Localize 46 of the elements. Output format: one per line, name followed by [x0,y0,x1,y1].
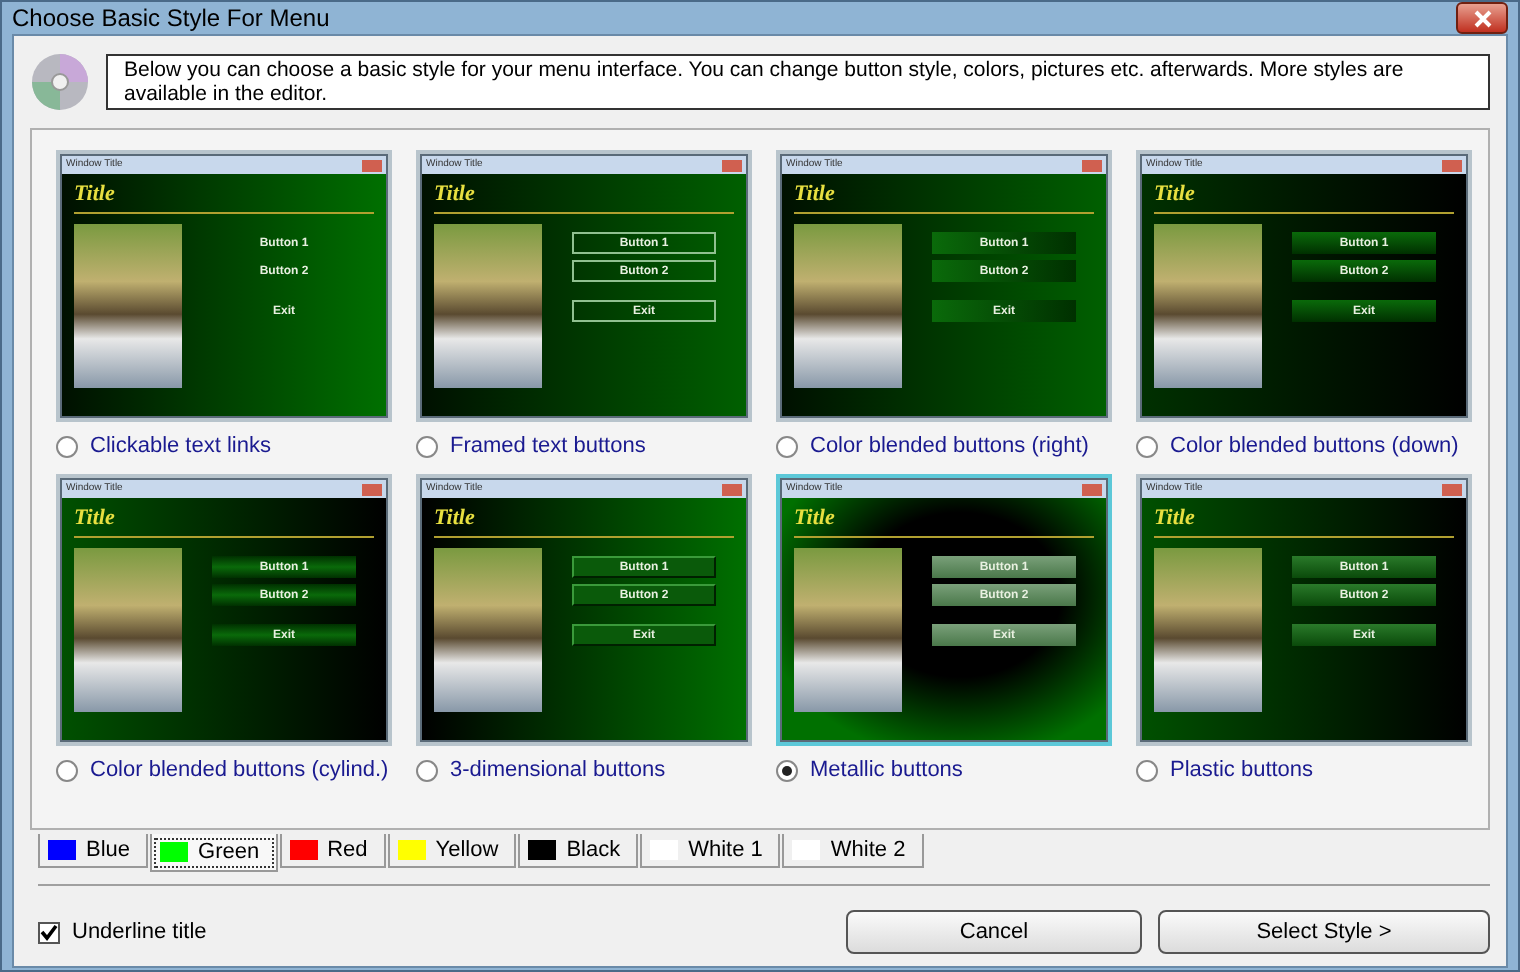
preview-close-icon [1442,159,1462,171]
preview-title: Title [74,182,115,208]
style-radio[interactable]: Metallic buttons [776,758,1120,782]
style-label: Metallic buttons [810,758,963,782]
preview-title: Title [794,182,835,208]
style-label: 3-dimensional buttons [450,758,666,782]
style-label: Plastic buttons [1170,758,1314,782]
preview-close-icon [722,159,742,171]
close-icon [1473,9,1491,27]
close-button[interactable] [1456,2,1508,34]
style-radio[interactable]: Color blended buttons (down) [1136,434,1480,458]
cancel-button[interactable]: Cancel [846,910,1142,954]
preview-title: Title [794,506,835,532]
intro-text: Below you can choose a basic style for your menu interface. You can change button style, colors, pictures etc. afterwards. More styles are available in the editor. [106,54,1490,110]
color-tab[interactable]: Blue [38,834,149,868]
color-tab[interactable]: White 2 [782,834,924,868]
color-tab[interactable]: Red [279,834,386,868]
preview-title: Title [1154,182,1195,208]
style-label: Clickable text links [90,434,271,458]
preview-title: Title [1154,506,1195,532]
preview-close-icon [1082,483,1102,495]
preview-close-icon [362,483,382,495]
style-radio[interactable]: 3-dimensional buttons [416,758,760,782]
select-style-button[interactable]: Select Style > [1158,910,1490,954]
preview-title: Title [434,182,475,208]
cd-disc-icon [30,52,90,112]
preview-close-icon [722,483,742,495]
preview-title: Title [74,506,115,532]
preview-close-icon [1442,483,1462,495]
preview-title: Title [434,506,475,532]
style-label: Framed text buttons [450,434,646,458]
underline-checkbox[interactable]: Underline title [38,920,207,944]
color-tab[interactable]: White 1 [640,834,781,868]
style-radio[interactable]: Clickable text links [56,434,400,458]
color-tab[interactable]: Green [150,834,278,872]
style-label: Color blended buttons (right) [810,434,1089,458]
style-radio[interactable]: Plastic buttons [1136,758,1480,782]
style-label: Color blended buttons (down) [1170,434,1459,458]
style-radio[interactable]: Color blended buttons (right) [776,434,1120,458]
color-tab[interactable]: Black [518,834,639,868]
checkbox-label: Underline title [72,920,207,944]
preview-close-icon [362,159,382,171]
color-tab[interactable]: Yellow [387,834,517,868]
style-radio[interactable]: Framed text buttons [416,434,760,458]
window-title: Choose Basic Style For Menu [12,4,330,32]
preview-close-icon [1082,159,1102,171]
